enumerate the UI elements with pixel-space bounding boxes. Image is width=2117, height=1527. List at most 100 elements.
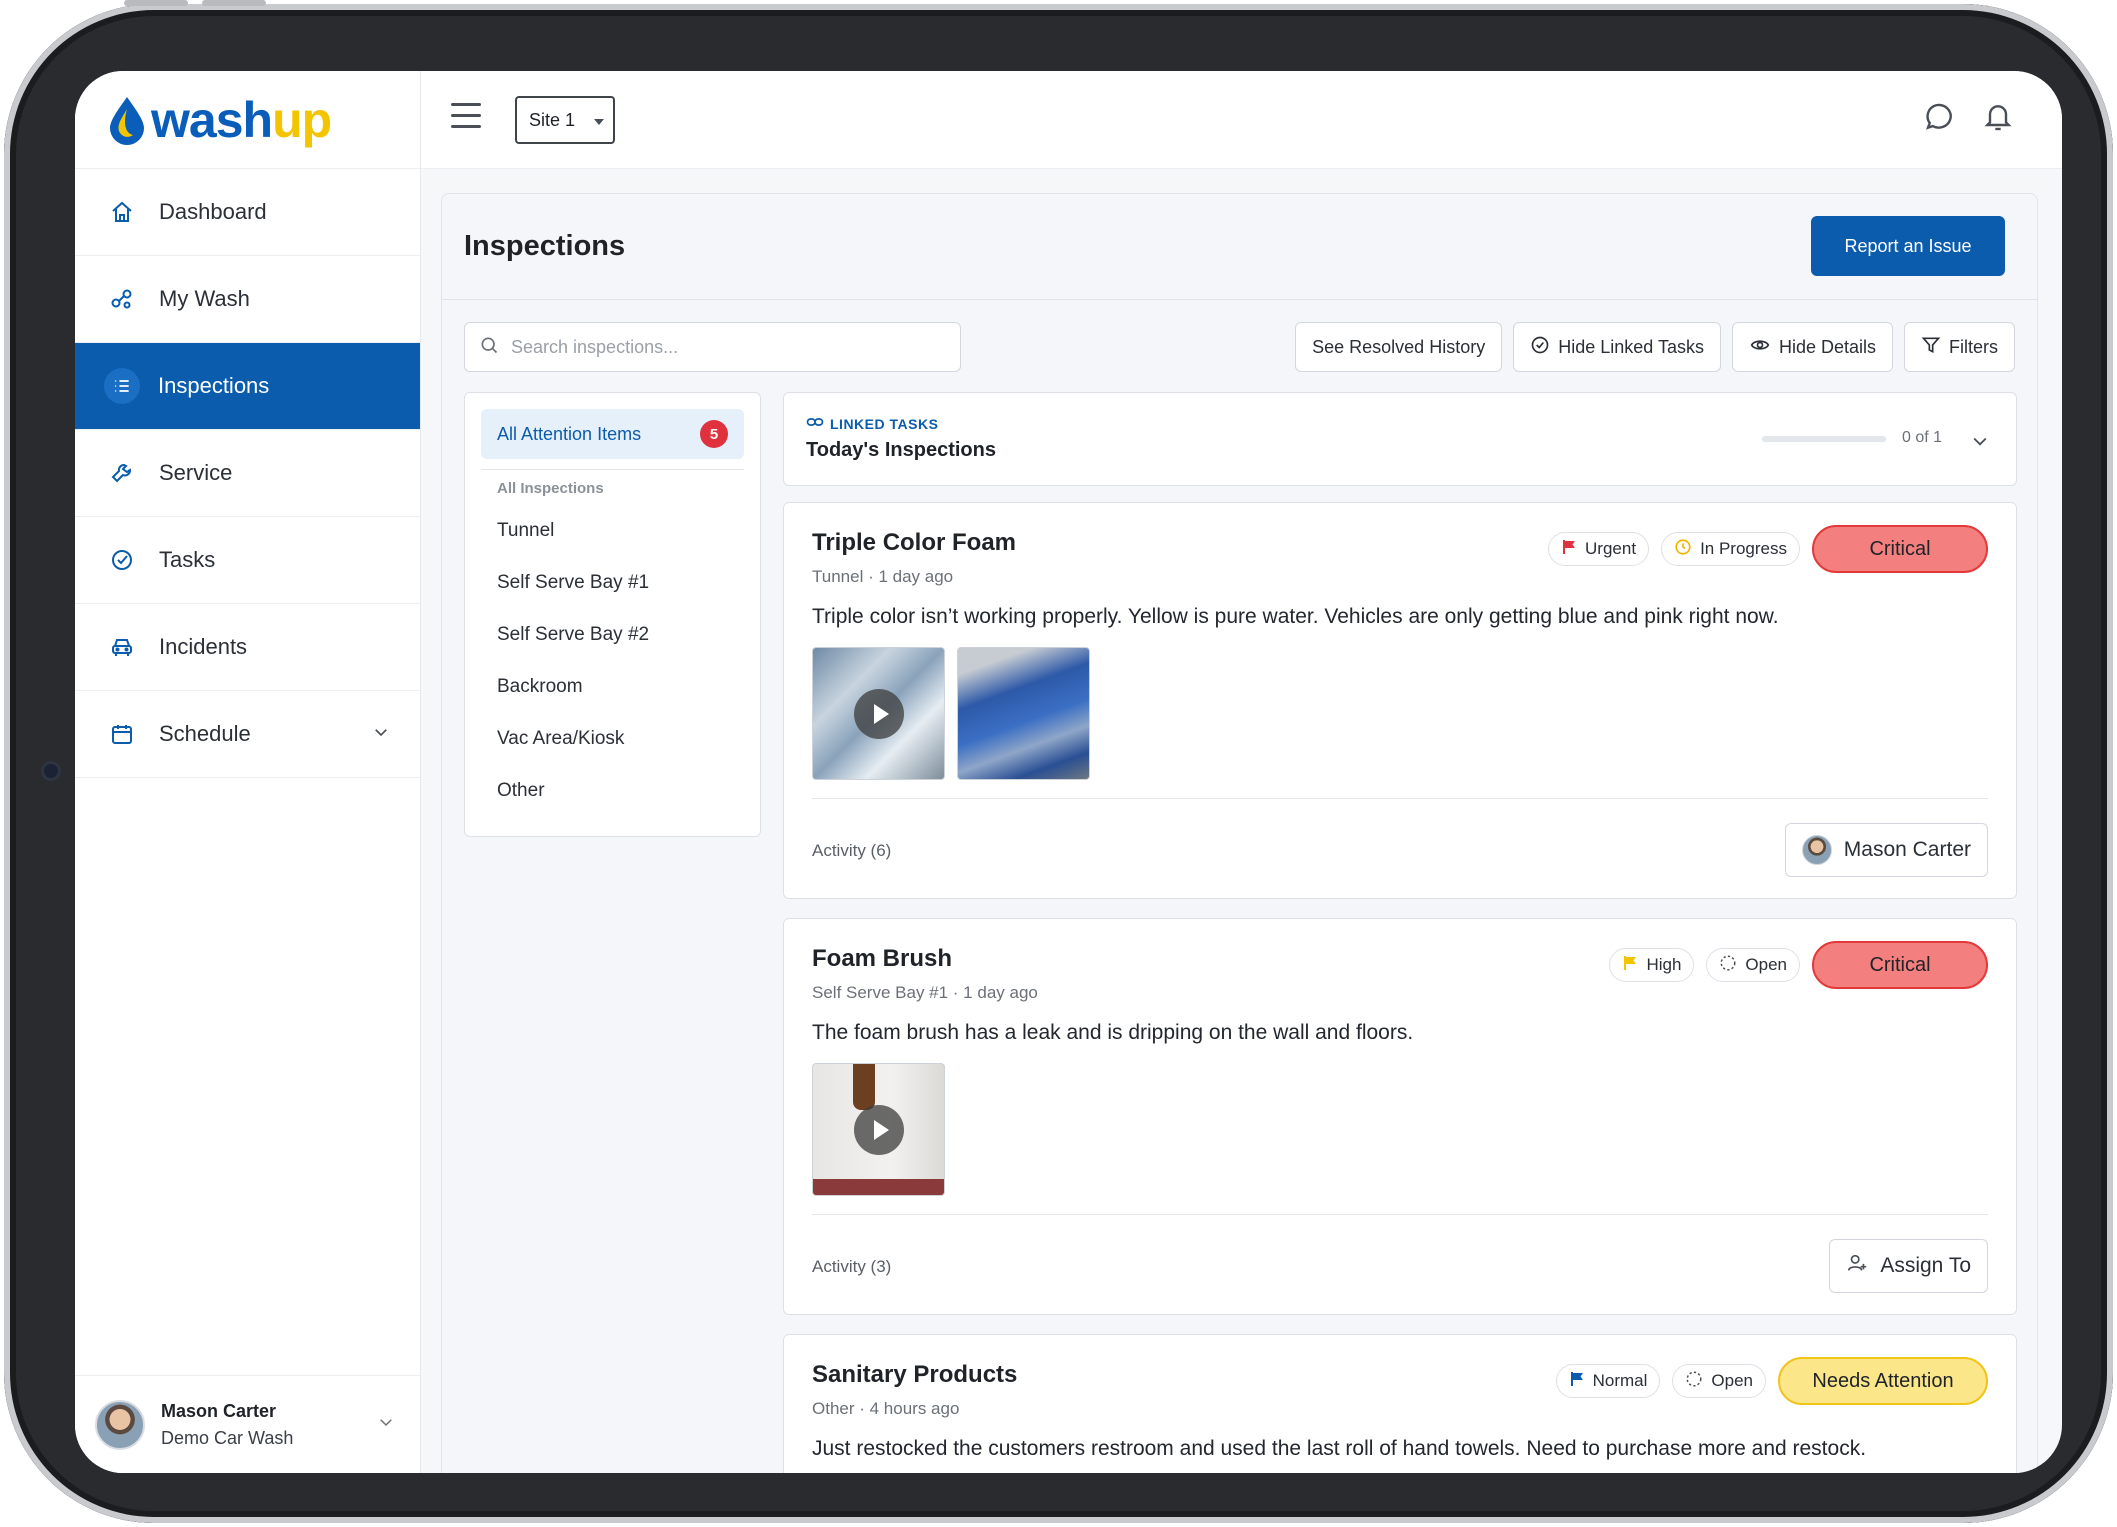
status-chip[interactable]: Open bbox=[1706, 948, 1800, 982]
linked-tasks-tag-label: LINKED TASKS bbox=[830, 415, 939, 432]
severity-badge[interactable]: Needs Attention bbox=[1778, 1357, 1988, 1405]
video-thumbnail[interactable] bbox=[812, 647, 945, 780]
logo-up: up bbox=[272, 91, 332, 148]
image-thumbnail[interactable] bbox=[957, 647, 1090, 780]
activity-link[interactable]: Activity (3) bbox=[812, 1257, 891, 1277]
floor-shape bbox=[813, 1179, 944, 1195]
toolbar: See Resolved History Hide Linked Tasks H… bbox=[1295, 322, 2015, 372]
category-heading: All Inspections bbox=[497, 480, 604, 497]
sidebar: washup Dashboard My Wash Inspections Ser… bbox=[75, 71, 421, 1473]
assign-to-button[interactable]: Assign To bbox=[1829, 1239, 1988, 1293]
status-chip[interactable]: Open bbox=[1672, 1364, 1766, 1398]
chevron-down-icon[interactable] bbox=[377, 1413, 395, 1436]
category-item[interactable]: Backroom bbox=[481, 661, 744, 713]
hide-linked-tasks-button[interactable]: Hide Linked Tasks bbox=[1513, 322, 1721, 372]
status-label: Open bbox=[1745, 955, 1787, 974]
avatar bbox=[95, 1399, 145, 1450]
card-footer: Activity (6) Mason Carter bbox=[812, 798, 1988, 898]
chat-icon[interactable] bbox=[1924, 101, 1956, 138]
card-meta: Tunnel · 1 day ago bbox=[812, 567, 954, 586]
washup-logo[interactable]: washup bbox=[75, 71, 420, 169]
status-label: In Progress bbox=[1700, 539, 1787, 558]
see-resolved-history-button[interactable]: See Resolved History bbox=[1295, 322, 1503, 372]
sidebar-item-my-wash[interactable]: My Wash bbox=[75, 256, 420, 343]
video-thumbnail[interactable] bbox=[812, 1063, 945, 1196]
search-input[interactable] bbox=[511, 336, 911, 358]
avatar bbox=[1801, 835, 1832, 865]
card-footer: Activity (3) Assign To bbox=[812, 1214, 1988, 1314]
hide-details-button[interactable]: Hide Details bbox=[1731, 322, 1893, 372]
progress-bar bbox=[1762, 436, 1886, 442]
status-chip[interactable]: In Progress bbox=[1661, 532, 1800, 566]
play-icon bbox=[853, 688, 904, 739]
severity-badge[interactable]: Critical bbox=[1812, 941, 1988, 989]
category-item[interactable]: Vac Area/Kiosk bbox=[481, 713, 744, 765]
card-description: The foam brush has a leak and is drippin… bbox=[812, 1021, 1414, 1044]
priority-chip[interactable]: Normal bbox=[1555, 1364, 1661, 1398]
progress-label: 0 of 1 bbox=[1901, 429, 1942, 446]
check-circle-icon bbox=[109, 547, 135, 573]
assignee-name: Mason Carter bbox=[1843, 838, 1971, 861]
caret-down-icon bbox=[594, 119, 604, 125]
list-icon bbox=[104, 368, 140, 404]
sidebar-item-label: Service bbox=[159, 460, 233, 485]
card-title: Sanitary Products bbox=[812, 1361, 1018, 1388]
category-item[interactable]: Self Serve Bay #1 bbox=[481, 557, 744, 609]
top-bar: Site 1 bbox=[421, 71, 2062, 169]
severity-badge[interactable]: Critical bbox=[1812, 525, 1988, 573]
sidebar-item-tasks[interactable]: Tasks bbox=[75, 517, 420, 604]
activity-link[interactable]: Activity (6) bbox=[812, 841, 891, 861]
card-description: Triple color isn’t working properly. Yel… bbox=[812, 605, 1779, 628]
volume-button bbox=[202, 0, 266, 6]
flag-icon bbox=[1569, 1371, 1585, 1392]
category-item[interactable]: Tunnel bbox=[481, 505, 744, 557]
user-organization: Demo Car Wash bbox=[161, 1427, 294, 1448]
sidebar-item-label: Schedule bbox=[159, 721, 251, 746]
add-user-icon bbox=[1846, 1252, 1868, 1280]
category-item[interactable]: Self Serve Bay #2 bbox=[481, 609, 744, 661]
site-select[interactable]: Site 1 bbox=[515, 96, 615, 144]
search-icon bbox=[479, 335, 499, 360]
play-icon bbox=[853, 1104, 904, 1155]
wrench-icon bbox=[109, 460, 135, 486]
tablet-frame: washup Dashboard My Wash Inspections Ser… bbox=[4, 0, 2113, 1523]
filter-icon bbox=[1921, 335, 1941, 360]
category-all-attention-items[interactable]: All Attention Items 5 bbox=[481, 409, 744, 459]
assignee-button[interactable]: Mason Carter bbox=[1784, 823, 1988, 877]
card-description: Just restocked the customers restroom an… bbox=[812, 1437, 1867, 1460]
inspections-panel: Inspections Report an Issue See Resolved… bbox=[441, 193, 2038, 1473]
report-issue-button[interactable]: Report an Issue bbox=[1811, 216, 2005, 276]
status-label: Open bbox=[1711, 1371, 1753, 1390]
inspection-card[interactable]: Sanitary Products Other · 4 hours ago No… bbox=[783, 1334, 2017, 1473]
flag-icon bbox=[1561, 539, 1577, 560]
bell-icon[interactable] bbox=[1982, 101, 2014, 138]
eye-icon bbox=[1749, 335, 1771, 360]
user-profile[interactable]: Mason Carter Demo Car Wash bbox=[75, 1375, 421, 1473]
count-badge: 5 bbox=[700, 420, 728, 448]
linked-tasks-title: Today's Inspections bbox=[806, 439, 996, 461]
menu-icon[interactable] bbox=[451, 103, 481, 131]
category-item[interactable]: Other bbox=[481, 765, 744, 817]
car-icon bbox=[109, 634, 135, 660]
chevron-down-icon[interactable] bbox=[372, 721, 390, 747]
chevron-down-icon[interactable] bbox=[1970, 431, 1990, 456]
sidebar-item-service[interactable]: Service bbox=[75, 430, 420, 517]
filters-button[interactable]: Filters bbox=[1904, 322, 2015, 372]
priority-chip[interactable]: High bbox=[1609, 948, 1695, 982]
page-title: Inspections bbox=[464, 230, 626, 262]
sidebar-item-schedule[interactable]: Schedule bbox=[75, 691, 420, 778]
priority-chip[interactable]: Urgent bbox=[1548, 532, 1650, 566]
priority-label: High bbox=[1646, 955, 1682, 974]
sidebar-item-incidents[interactable]: Incidents bbox=[75, 604, 420, 691]
inspection-card[interactable]: Foam Brush Self Serve Bay #1 · 1 day ago… bbox=[783, 918, 2017, 1315]
card-title: Triple Color Foam bbox=[812, 529, 1017, 556]
sidebar-item-dashboard[interactable]: Dashboard bbox=[75, 169, 420, 256]
camera bbox=[44, 764, 58, 778]
search-box[interactable] bbox=[464, 322, 961, 372]
brush-shape bbox=[853, 1064, 875, 1110]
priority-label: Normal bbox=[1592, 1371, 1648, 1390]
sidebar-item-inspections[interactable]: Inspections bbox=[75, 343, 420, 430]
dashed-circle-icon bbox=[1719, 954, 1737, 977]
inspection-card[interactable]: Triple Color Foam Tunnel · 1 day ago Urg… bbox=[783, 502, 2017, 899]
linked-tasks-card[interactable]: LINKED TASKS Today's Inspections 0 of 1 bbox=[783, 392, 2017, 486]
